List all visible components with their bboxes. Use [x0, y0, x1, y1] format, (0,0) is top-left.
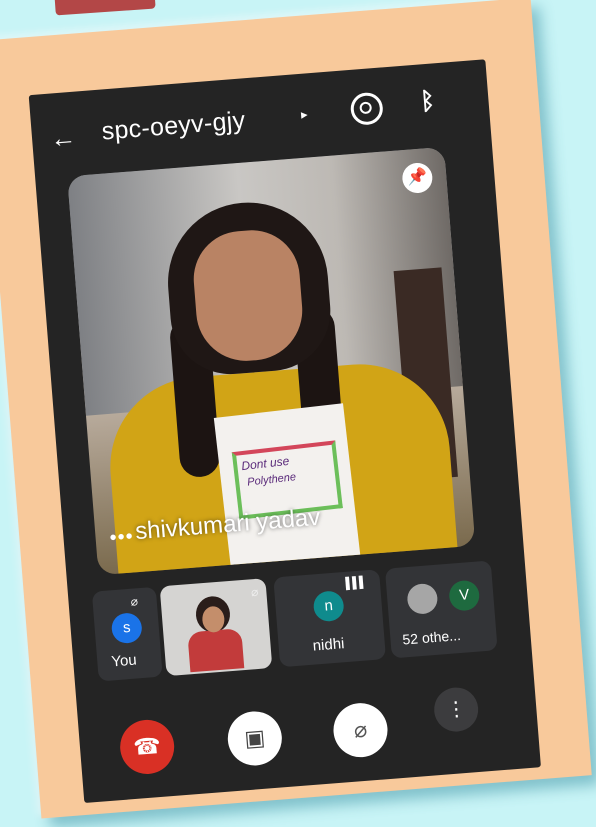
more-options-button[interactable]: ⋮ — [432, 685, 480, 734]
call-controls: ☎ ▣ ⌀ ⋮ — [77, 677, 540, 793]
camera-off-icon: ▣ — [243, 724, 267, 752]
decorative-strip — [54, 0, 156, 16]
mic-off-icon: ⌀ — [250, 584, 259, 600]
tile-label: You — [110, 651, 138, 671]
more-dots-icon[interactable]: ••• — [109, 525, 135, 550]
main-video[interactable]: Dont use Polythene 📌 ••• shivkumari yada… — [67, 146, 476, 576]
tile-you[interactable]: ⌀ s You — [91, 586, 163, 682]
avatar: n — [312, 590, 345, 623]
end-call-button[interactable]: ☎ — [118, 717, 177, 776]
handmade-poster: Dont use Polythene — [213, 403, 362, 576]
avatar: V — [448, 579, 481, 612]
bluetooth-icon[interactable]: ᛒ — [419, 87, 436, 116]
meeting-code[interactable]: spc-oeyv-gjy — [101, 106, 247, 146]
participant-tiles: ⌀ s You ⌀ ▌▌▌ n nidhi V 52 othe... — [78, 558, 524, 688]
end-call-icon: ☎ — [132, 732, 162, 760]
speaking-icon: ▌▌▌ — [345, 576, 367, 590]
more-vert-icon: ⋮ — [445, 697, 468, 722]
preview-video — [181, 594, 249, 673]
tile-label: nidhi — [312, 635, 346, 655]
tile-label: 52 othe... — [401, 627, 462, 648]
mic-off-icon: ⌀ — [130, 594, 139, 609]
caret-right-icon[interactable]: ▸ — [300, 106, 308, 122]
tile-camera-preview[interactable]: ⌀ — [159, 578, 273, 677]
avatar-photo — [406, 582, 439, 616]
back-arrow-icon[interactable]: ← — [49, 122, 77, 155]
tile-nidhi[interactable]: ▌▌▌ n nidhi — [273, 569, 386, 668]
switch-camera-icon[interactable] — [349, 91, 384, 126]
avatar: s — [110, 612, 143, 645]
camera-toggle-button[interactable]: ▣ — [225, 709, 284, 768]
meet-screen: ← spc-oeyv-gjy ▸ ᛒ Dont use Polythene 📌 … — [28, 59, 541, 804]
tile-others[interactable]: V 52 othe... — [384, 560, 498, 659]
mic-off-icon: ⌀ — [352, 716, 369, 743]
mic-toggle-button[interactable]: ⌀ — [331, 701, 390, 760]
photo-card: ← spc-oeyv-gjy ▸ ᛒ Dont use Polythene 📌 … — [0, 0, 592, 819]
